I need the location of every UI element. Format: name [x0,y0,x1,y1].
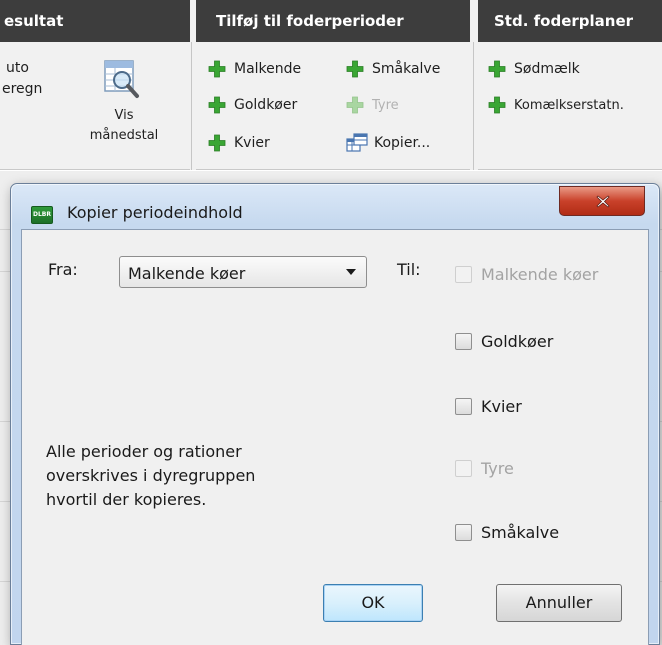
kopier-periodeindhold-dialog: DLBR Kopier periodeindhold Fra: Malkende… [10,183,660,645]
overwrite-warning-text: Alle perioder og rationer overskrives i … [46,440,376,512]
plus-icon [346,96,364,114]
plus-icon [208,134,226,152]
dialog-title: Kopier periodeindhold [67,203,243,222]
checkbox-box[interactable] [455,397,472,415]
plus-icon [488,96,506,114]
add-smaakalve-label: Småkalve [372,61,441,77]
app-icon: DLBR [31,206,53,224]
ribbon-separator [473,42,474,170]
target-malkende-koer-checkbox[interactable]: Malkende køer [455,263,598,285]
add-komaelkserstatning-button[interactable]: Komælkserstatn. [488,94,624,116]
add-malkende-button[interactable]: Malkende [208,58,301,80]
target-goldkoer-label: Goldkøer [481,331,554,351]
close-icon [596,195,610,208]
kopier-label: Kopier... [374,135,431,151]
close-button[interactable] [559,186,645,216]
ribbon-group-body: Malkende Småkalve Goldkøer Tyre Kvier Ko… [196,42,470,170]
target-goldkoer-checkbox[interactable]: Goldkøer [455,330,553,352]
ok-button[interactable]: OK [323,584,423,622]
auto-beregn-label-line1[interactable]: uto [6,60,29,76]
kopier-button[interactable]: Kopier... [346,132,430,154]
plus-icon [208,60,226,78]
checkbox-box[interactable] [455,332,472,350]
target-smaakalve-label: Småkalve [481,522,560,542]
ribbon-group-title-text: esultat [4,12,64,30]
target-malkende-koer-label: Malkende køer [481,264,599,284]
ribbon-group-resultat: esultat uto eregn Vis månedstal [0,0,190,170]
ribbon-separator [191,42,192,170]
checkbox-box[interactable] [455,265,472,283]
warning-line: hvortil der kopieres. [46,490,207,509]
app-icon-text: DLBR [33,211,51,218]
add-kvier-button[interactable]: Kvier [208,132,270,154]
ribbon-group-body: uto eregn Vis månedstal [0,42,190,170]
checkbox-box[interactable] [455,523,472,541]
target-tyre-checkbox[interactable]: Tyre [455,457,514,479]
target-smaakalve-checkbox[interactable]: Småkalve [455,521,559,543]
add-smaakalve-button[interactable]: Småkalve [346,58,440,80]
ribbon-group-title-text: Std. foderplaner [494,12,634,30]
ribbon-group-title: esultat [0,0,190,42]
ribbon-group-title: Std. foderplaner [478,0,662,42]
plus-icon [208,96,226,114]
target-kvier-label: Kvier [481,396,522,416]
add-tyre-button[interactable]: Tyre [346,94,399,116]
vis-maanedstal-label-line1: Vis [114,108,134,123]
ribbon-group-body: Sødmælk Komælkserstatn. [478,42,662,170]
vis-maanedstal-label-line2: månedstal [89,128,159,143]
add-malkende-label: Malkende [234,61,302,77]
add-kvier-label: Kvier [234,135,270,151]
chevron-down-icon [346,269,356,275]
warning-line: overskrives i dyregruppen [46,466,256,485]
fra-dropdown[interactable]: Malkende køer [119,256,367,288]
fra-label: Fra: [48,260,78,279]
ribbon: esultat uto eregn Vis månedstal Tilføj t… [0,0,662,170]
ribbon-group-title-text: Tilføj til foderperioder [216,12,404,30]
dialog-client-area: Fra: Malkende køer Til: Malkende køer Go… [21,229,649,645]
ribbon-group-tilfoej: Tilføj til foderperioder Malkende Småkal… [196,0,470,170]
add-goldkoer-label: Goldkøer [234,97,298,113]
annuller-button[interactable]: Annuller [496,584,622,622]
copy-table-icon [346,133,368,152]
ribbon-group-title: Tilføj til foderperioder [196,0,470,42]
table-magnifier-icon [104,60,139,98]
warning-line: Alle perioder og rationer [46,442,242,461]
target-kvier-checkbox[interactable]: Kvier [455,395,522,417]
ribbon-group-std-foderplaner: Std. foderplaner Sødmælk Komælkserstatn. [478,0,662,170]
vis-maanedstal-button[interactable]: Vis månedstal [70,52,178,164]
checkbox-box[interactable] [455,459,472,477]
add-goldkoer-button[interactable]: Goldkøer [208,94,297,116]
fra-dropdown-value: Malkende køer [128,264,246,283]
plus-icon [488,60,506,78]
add-soedmaelk-button[interactable]: Sødmælk [488,58,580,80]
til-label: Til: [397,260,421,279]
add-komaelkserstatning-label: Komælkserstatn. [514,97,624,113]
auto-beregn-label-line2[interactable]: eregn [2,81,42,97]
add-soedmaelk-label: Sødmælk [514,61,580,77]
plus-icon [346,60,364,78]
target-tyre-label: Tyre [481,458,514,478]
add-tyre-label: Tyre [372,97,399,113]
